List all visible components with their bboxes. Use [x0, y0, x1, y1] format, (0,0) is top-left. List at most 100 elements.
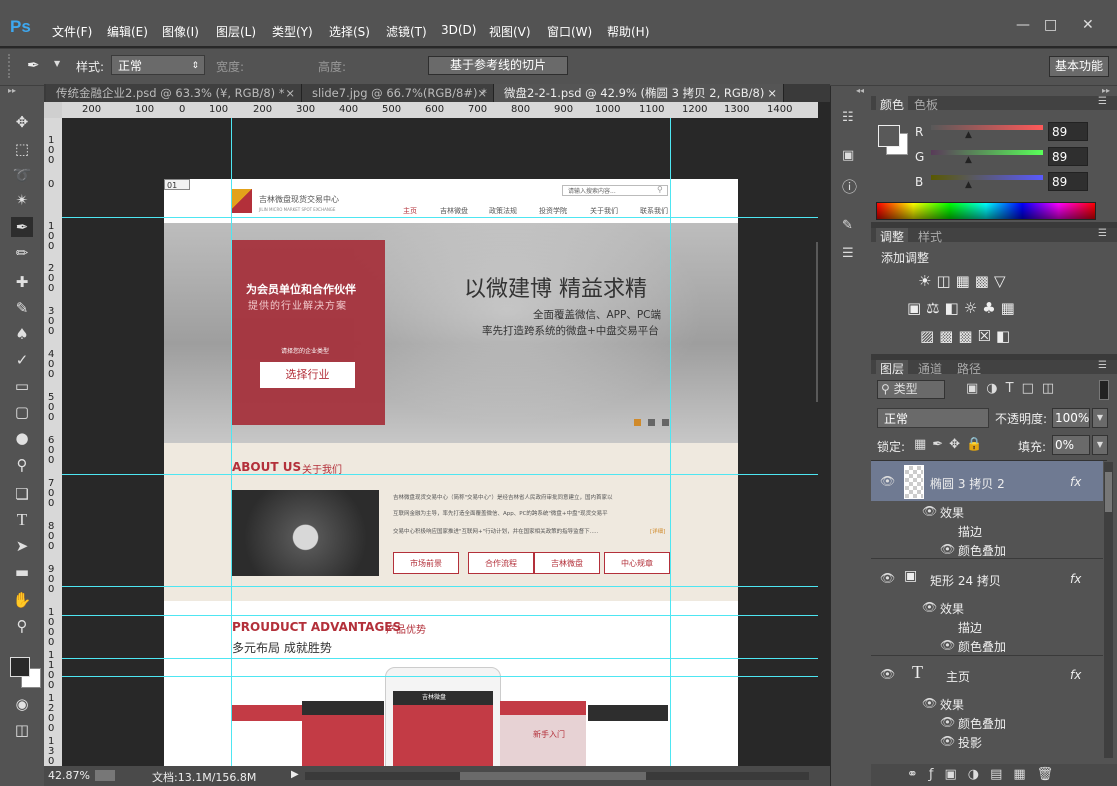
- move-tool-icon[interactable]: ✥: [11, 112, 33, 132]
- horizontal-scroll-thumb[interactable]: [460, 772, 646, 780]
- ruler-origin[interactable]: [44, 102, 62, 118]
- marquee-tool-icon[interactable]: ⬚: [11, 139, 33, 159]
- guide-vertical[interactable]: [670, 118, 671, 766]
- about-button-process[interactable]: 合作流程: [468, 552, 534, 574]
- effects-label[interactable]: 效果: [940, 504, 964, 521]
- site-nav-about[interactable]: 关于我们: [590, 206, 618, 216]
- close-icon[interactable]: ×: [477, 84, 487, 102]
- effect-color-overlay[interactable]: 颜色叠加: [958, 638, 1006, 655]
- collapse-icon[interactable]: ◂◂: [856, 86, 864, 95]
- visibility-eye-icon[interactable]: 👁: [940, 734, 955, 748]
- collapse-panels-icon[interactable]: ▸▸: [1102, 86, 1110, 95]
- menu-layer[interactable]: 图层(L): [216, 23, 256, 40]
- slices-from-guides-button[interactable]: 基于参考线的切片: [428, 56, 568, 75]
- brush-panel-icon[interactable]: ✎: [842, 218, 853, 233]
- eyedropper-tool-icon[interactable]: ✏: [11, 243, 33, 263]
- slider-thumb-icon[interactable]: ▲: [965, 180, 972, 190]
- about-more-link[interactable]: [详细]: [650, 527, 665, 535]
- menu-window[interactable]: 窗口(W): [547, 23, 592, 40]
- vertical-ruler[interactable]: 100 0 100 200 300 400 500 600 700 800 90…: [44, 118, 62, 777]
- site-nav-policy[interactable]: 政策法规: [489, 206, 517, 216]
- menu-file[interactable]: 文件(F): [52, 23, 92, 40]
- layers-footer-icons[interactable]: ⚭ƒ▣◑▤▦🗑: [907, 767, 1064, 782]
- dodge-tool-icon[interactable]: ⚲: [11, 455, 33, 475]
- layers-scroll-thumb[interactable]: [1105, 472, 1112, 512]
- menu-3d[interactable]: 3D(D): [441, 23, 476, 37]
- maximize-icon[interactable]: □: [1044, 17, 1057, 33]
- menu-view[interactable]: 视图(V): [489, 23, 531, 40]
- tab-document-2[interactable]: slide7.jpg @ 66.7%(RGB/8#) * ×: [302, 84, 494, 102]
- properties-panel-icon[interactable]: ▣: [842, 148, 854, 163]
- visibility-eye-icon[interactable]: 👁: [940, 638, 955, 652]
- filter-toggle[interactable]: [1099, 380, 1109, 400]
- adjustment-icons-row-1[interactable]: ☀◫▦▩▽: [918, 272, 1011, 290]
- type-tool-icon[interactable]: T: [11, 510, 33, 530]
- chevron-down-icon[interactable]: ▼: [1092, 408, 1108, 428]
- site-nav-academy[interactable]: 投资学院: [539, 206, 567, 216]
- about-button-jilin[interactable]: 吉林微盘: [534, 552, 600, 574]
- text-layer-icon[interactable]: T: [912, 662, 923, 683]
- adjustment-icons-row-2[interactable]: ▣⚖◧☼♣▦: [907, 299, 1020, 317]
- lock-icons[interactable]: ▦✒✥🔒: [914, 437, 988, 452]
- tab-document-1[interactable]: 传统金融企业2.psd @ 63.3% (¥, RGB/8) * ×: [46, 84, 302, 102]
- tool-presets-icon[interactable]: ☰: [842, 246, 854, 261]
- tab-document-3[interactable]: 微盘2-2-1.psd @ 42.9% (椭圆 3 拷贝 2, RGB/8) ×: [494, 84, 784, 102]
- menu-image[interactable]: 图像(I): [162, 23, 199, 40]
- magic-wand-tool-icon[interactable]: ✴: [11, 190, 33, 210]
- chevron-down-icon[interactable]: ▼: [1092, 435, 1108, 455]
- color-spectrum-bar[interactable]: [876, 202, 1096, 220]
- layer-name[interactable]: 椭圆 3 拷贝 2: [930, 475, 1005, 492]
- about-button-rules[interactable]: 中心规章: [604, 552, 670, 574]
- history-panel-icon[interactable]: ☷: [842, 110, 854, 125]
- hand-tool-icon[interactable]: ✋: [11, 590, 33, 610]
- slider-thumb-icon[interactable]: ▲: [965, 130, 972, 140]
- effect-stroke[interactable]: 描边: [958, 523, 982, 540]
- slice-tool-icon[interactable]: ✒: [27, 56, 40, 74]
- tab-adjustments[interactable]: 调整: [876, 228, 909, 245]
- blur-tool-icon[interactable]: ●: [11, 428, 33, 448]
- close-icon[interactable]: ✕: [1082, 17, 1094, 33]
- style-select[interactable]: 正常 ⇕: [111, 55, 205, 75]
- chevron-down-icon[interactable]: ▼: [54, 59, 60, 68]
- slider-thumb-icon[interactable]: ▲: [965, 155, 972, 165]
- path-select-tool-icon[interactable]: ➤: [11, 536, 33, 556]
- brush-tool-icon[interactable]: ✎: [11, 298, 33, 318]
- panel-menu-icon[interactable]: ☰: [1098, 228, 1107, 239]
- eraser-tool-icon[interactable]: ▭: [11, 376, 33, 396]
- lasso-tool-icon[interactable]: ➰: [11, 165, 33, 185]
- tab-color[interactable]: 颜色: [876, 96, 909, 113]
- effects-label[interactable]: 效果: [940, 696, 964, 713]
- guide-horizontal[interactable]: [62, 217, 818, 218]
- tab-paths[interactable]: 路径: [957, 360, 981, 377]
- close-icon[interactable]: ×: [767, 84, 777, 102]
- menu-type[interactable]: 类型(Y): [272, 23, 313, 40]
- canvas-vertical-scrollbar[interactable]: [816, 242, 818, 402]
- status-menu-arrow-icon[interactable]: ▶: [291, 769, 299, 780]
- opacity-input[interactable]: 100%: [1052, 408, 1090, 428]
- visibility-eye-icon[interactable]: 👁: [922, 504, 937, 518]
- effect-color-overlay[interactable]: 颜色叠加: [958, 542, 1006, 559]
- screen-mode-icon[interactable]: ◫: [11, 720, 33, 740]
- guide-horizontal[interactable]: [62, 615, 818, 616]
- menu-filter[interactable]: 滤镜(T): [386, 23, 427, 40]
- fg-color-chip[interactable]: [878, 125, 900, 147]
- slice-tool-icon[interactable]: ✒: [11, 217, 33, 237]
- channel-b-slider[interactable]: [931, 175, 1043, 180]
- healing-brush-tool-icon[interactable]: ✚: [11, 272, 33, 292]
- visibility-eye-icon[interactable]: 👁: [880, 474, 895, 488]
- site-search-input[interactable]: 请输入搜索内容...: [562, 185, 668, 196]
- fill-input[interactable]: 0%: [1052, 435, 1090, 455]
- pen-tool-icon[interactable]: ❏: [11, 484, 33, 504]
- layer-fx-icon[interactable]: fx: [1070, 668, 1081, 682]
- panel-menu-icon[interactable]: ☰: [1098, 96, 1107, 107]
- layer-filter-icons[interactable]: ▣◑T□◫: [966, 381, 1062, 396]
- webpage-artboard[interactable]: 01 吉林微盘现货交易中心 JILIN MICRO MARKET SPOT EX…: [164, 179, 738, 766]
- guide-horizontal[interactable]: [62, 586, 818, 587]
- menu-edit[interactable]: 编辑(E): [107, 23, 148, 40]
- document-canvas[interactable]: 01 吉林微盘现货交易中心 JILIN MICRO MARKET SPOT EX…: [62, 118, 818, 766]
- quick-mask-icon[interactable]: ◉: [11, 694, 33, 714]
- blend-mode-select[interactable]: 正常: [877, 408, 989, 428]
- hero-pager-dot[interactable]: [662, 419, 669, 426]
- effect-color-overlay[interactable]: 颜色叠加: [958, 715, 1006, 732]
- choose-industry-button[interactable]: 选择行业: [260, 362, 355, 388]
